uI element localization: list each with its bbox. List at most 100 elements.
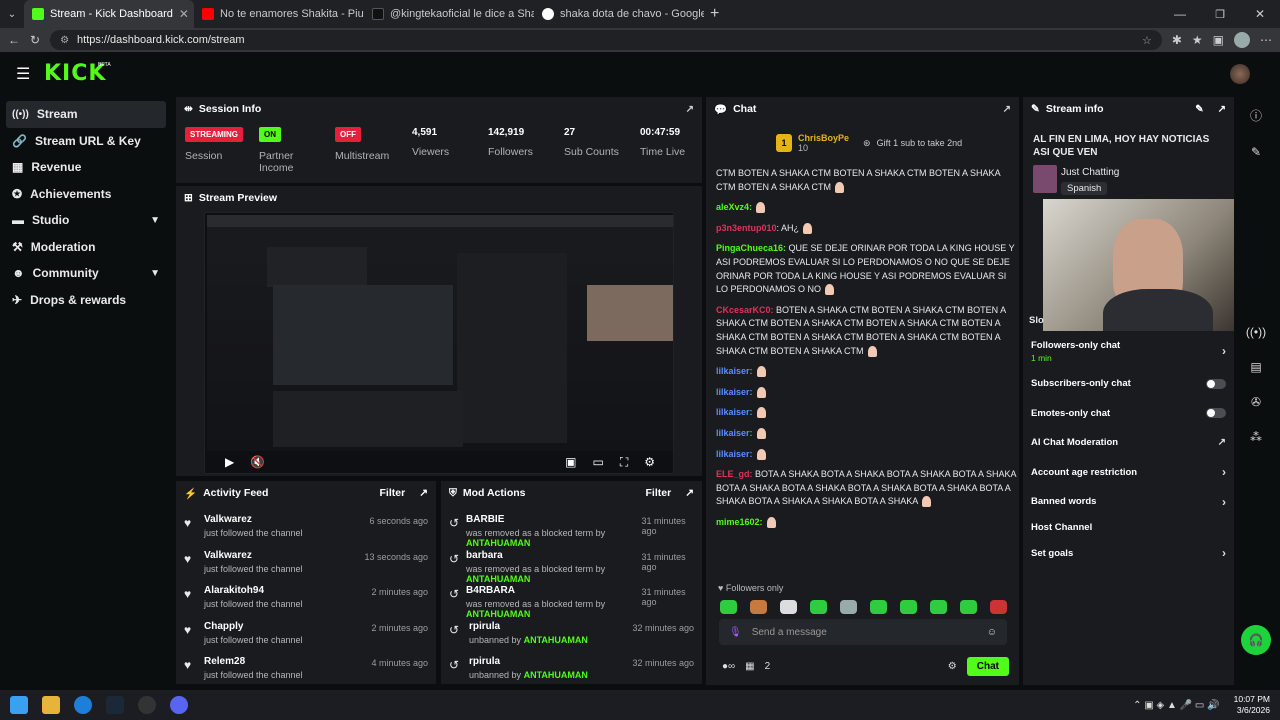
host-channel-setting[interactable]: Host Channel bbox=[1023, 517, 1234, 539]
user-count-icon[interactable]: ▦ bbox=[745, 661, 754, 672]
extensions-icon[interactable]: ✱ bbox=[1172, 33, 1182, 47]
hamburger-menu-icon[interactable]: ☰ bbox=[16, 64, 30, 84]
partner-on-badge[interactable]: ON bbox=[259, 127, 281, 142]
site-info-icon[interactable]: ⚙ bbox=[60, 35, 69, 46]
emote-icon[interactable] bbox=[750, 600, 767, 614]
sidebar-item-community[interactable]: ☻ Community ▼ bbox=[0, 260, 172, 287]
pinned-gifter[interactable]: 1 ChrisBoyPe 10 ⊛ Gift 1 sub to take 2nd bbox=[776, 133, 962, 153]
chevron-right-icon[interactable]: › bbox=[1222, 546, 1226, 560]
broadcast-icon[interactable]: ((•)) bbox=[1246, 325, 1266, 339]
chat-username[interactable]: lilkaiser: bbox=[716, 428, 753, 438]
chevron-down-icon[interactable]: ▼ bbox=[150, 215, 160, 226]
chat-username[interactable]: lilkaiser: bbox=[716, 407, 753, 417]
profile-avatar[interactable] bbox=[1234, 32, 1250, 48]
wrench-icon[interactable]: ✇ bbox=[1251, 395, 1261, 409]
filter-button[interactable]: Filter bbox=[380, 487, 406, 499]
info-icon[interactable]: ⓘ bbox=[1250, 107, 1262, 124]
collections-icon[interactable]: ▣ bbox=[1213, 33, 1224, 47]
popout-icon[interactable]: ↗ bbox=[685, 487, 694, 499]
chat-username[interactable]: aleXvz4: bbox=[716, 202, 752, 212]
tab-google-search[interactable]: shaka dota de chavo - Google Sea ✕ bbox=[534, 0, 704, 28]
edge-browser-icon[interactable] bbox=[74, 696, 92, 714]
popout-icon[interactable]: ↗ bbox=[1003, 104, 1011, 115]
chat-settings-users-icon[interactable]: ●∞ bbox=[722, 661, 735, 672]
back-icon[interactable]: ← bbox=[8, 33, 20, 47]
maximize-icon[interactable]: ❐ bbox=[1200, 8, 1240, 21]
popout-icon[interactable]: ↗ bbox=[1218, 104, 1226, 115]
user-avatar[interactable] bbox=[1230, 64, 1250, 84]
reload-icon[interactable]: ↻ bbox=[30, 33, 40, 47]
ai-chat-moderation-setting[interactable]: AI Chat Moderation ↗ bbox=[1023, 428, 1234, 458]
follower-name[interactable]: Valkwarez bbox=[204, 550, 303, 561]
sidebar-item-stream[interactable]: ((•)) Stream bbox=[6, 101, 166, 128]
chat-input[interactable]: 🎙 Send a message ☺ bbox=[719, 619, 1007, 645]
emote-icon[interactable] bbox=[870, 600, 887, 614]
play-icon[interactable]: ▶ bbox=[225, 455, 234, 469]
obs-icon[interactable] bbox=[138, 696, 156, 714]
chevron-right-icon[interactable]: › bbox=[1222, 344, 1226, 358]
subscribers-only-toggle[interactable] bbox=[1206, 378, 1226, 389]
chat-username[interactable]: mime1602: bbox=[716, 517, 763, 527]
chevron-right-icon[interactable]: › bbox=[1222, 465, 1226, 479]
tab-youtube[interactable]: No te enamores Shakita - Piurano ✕ bbox=[194, 0, 364, 28]
follower-name[interactable]: Alarakitoh94 bbox=[204, 585, 303, 596]
follower-name[interactable]: Chapply bbox=[204, 621, 303, 632]
layout-icon[interactable]: ▤ bbox=[1250, 360, 1261, 374]
sidebar-item-stream-url[interactable]: 🔗 Stream URL & Key bbox=[0, 128, 172, 155]
emote-icon[interactable] bbox=[990, 600, 1007, 614]
discord-icon[interactable] bbox=[170, 696, 188, 714]
help-chat-button[interactable]: 🎧 bbox=[1241, 625, 1271, 655]
category-name[interactable]: Just Chatting bbox=[1061, 167, 1119, 178]
chat-username[interactable]: p3n3entup010 bbox=[716, 223, 777, 233]
user-name[interactable]: rpirula bbox=[469, 656, 588, 667]
sidebar-item-achievements[interactable]: ✪ Achievements bbox=[0, 181, 172, 208]
chat-username[interactable]: lilkaiser: bbox=[716, 387, 753, 397]
moderator-name[interactable]: ANTAHUAMAN bbox=[524, 670, 588, 680]
sidebar-item-revenue[interactable]: ▦ Revenue bbox=[0, 154, 172, 181]
moderator-name[interactable]: ANTAHUAMAN bbox=[466, 609, 530, 619]
emoji-icon[interactable]: ☺ bbox=[987, 627, 997, 638]
windows-start-icon[interactable] bbox=[10, 696, 28, 714]
moderator-name[interactable]: ANTAHUAMAN bbox=[524, 635, 588, 645]
followers-only-chat-setting[interactable]: Followers-only chat 1 min › bbox=[1023, 333, 1234, 369]
user-name[interactable]: rpirula bbox=[469, 621, 588, 632]
mute-icon[interactable]: 🔇 bbox=[250, 455, 265, 469]
clip-icon[interactable]: ▣ bbox=[565, 455, 576, 469]
emote-icon[interactable] bbox=[840, 600, 857, 614]
community-icon[interactable]: ⁂ bbox=[1250, 430, 1262, 444]
emote-icon[interactable] bbox=[810, 600, 827, 614]
moderator-name[interactable]: ANTAHUAMAN bbox=[466, 574, 530, 584]
gear-icon[interactable]: ⚙ bbox=[948, 661, 957, 672]
emote-icon[interactable] bbox=[900, 600, 917, 614]
chat-username[interactable]: ELE_gd: bbox=[716, 469, 753, 479]
clock[interactable]: 10:07 PM 3/6/2026 bbox=[1234, 694, 1270, 716]
tab-tiktok[interactable]: @kingtekaoficial le dice a Shaka q ✕ bbox=[364, 0, 534, 28]
chat-username[interactable]: lilkaiser: bbox=[716, 366, 753, 376]
url-field[interactable]: ⚙ https://dashboard.kick.com/stream ☆ bbox=[50, 30, 1162, 50]
fullscreen-icon[interactable]: ⛶ bbox=[620, 455, 628, 470]
theater-icon[interactable]: ▭ bbox=[592, 455, 603, 469]
tab-close-icon[interactable]: ✕ bbox=[179, 7, 189, 21]
sidebar-item-studio[interactable]: ▬ Studio ▼ bbox=[0, 207, 172, 234]
chat-username[interactable]: lilkaiser: bbox=[716, 449, 753, 459]
set-goals-setting[interactable]: Set goals › bbox=[1023, 539, 1234, 569]
moderator-name[interactable]: ANTAHUAMAN bbox=[466, 538, 530, 548]
follower-name[interactable]: Relem28 bbox=[204, 656, 303, 667]
banned-words-setting[interactable]: Banned words › bbox=[1023, 487, 1234, 517]
send-chat-button[interactable]: Chat bbox=[966, 656, 1009, 676]
edit-icon[interactable]: ✎ bbox=[1195, 104, 1203, 115]
chevron-down-icon[interactable]: ▼ bbox=[150, 268, 160, 279]
popout-icon[interactable]: ↗ bbox=[686, 104, 694, 115]
chat-username[interactable]: CKcesarKC0: bbox=[716, 305, 774, 315]
follower-name[interactable]: Valkwarez bbox=[204, 514, 303, 525]
multistream-off-badge[interactable]: OFF bbox=[335, 127, 361, 142]
emote-icon[interactable] bbox=[930, 600, 947, 614]
tab-list-chevron-icon[interactable]: ⌄ bbox=[0, 9, 24, 20]
sidebar-item-moderation[interactable]: ⚒ Moderation bbox=[0, 234, 172, 261]
emotes-only-toggle[interactable] bbox=[1206, 408, 1226, 419]
window-close-icon[interactable]: ✕ bbox=[1240, 7, 1280, 21]
favorites-icon[interactable]: ★ bbox=[1192, 33, 1203, 47]
steam-icon[interactable] bbox=[106, 696, 124, 714]
browser-menu-icon[interactable]: ⋯ bbox=[1260, 33, 1272, 47]
filter-button[interactable]: Filter bbox=[646, 487, 672, 499]
